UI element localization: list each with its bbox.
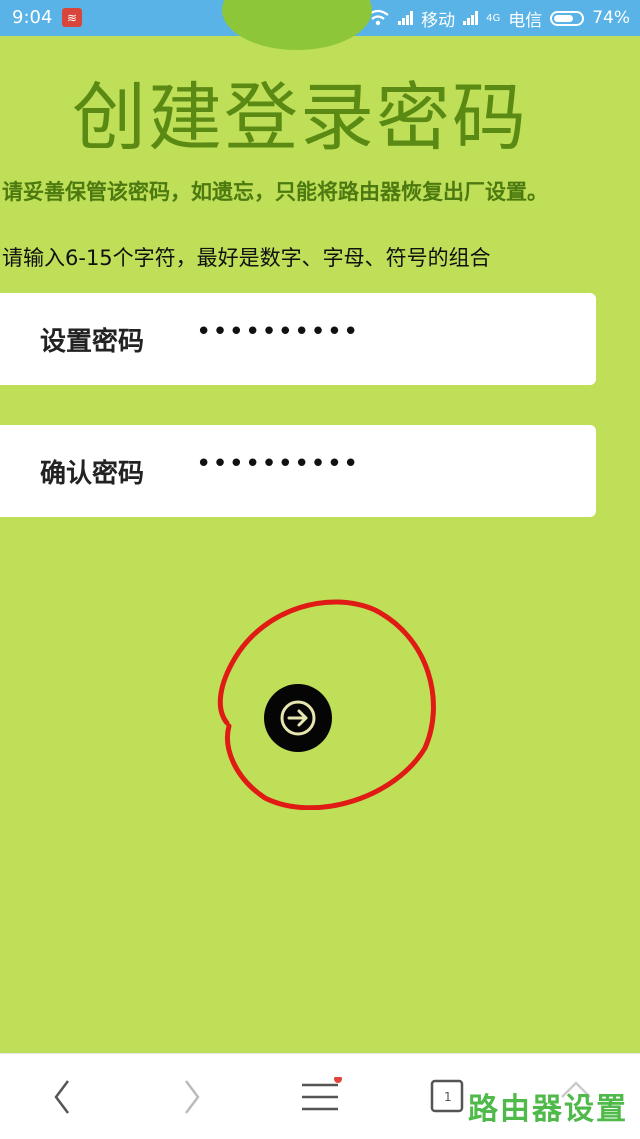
hint-text: 请输入6-15个字符，最好是数字、字母、符号的组合 [2, 246, 491, 270]
confirm-password-input[interactable]: •••••••••• [196, 449, 359, 479]
menu-button[interactable] [280, 1054, 360, 1139]
confirm-password-field[interactable]: 确认密码 •••••••••• [0, 425, 596, 517]
carrier-1: 移动 [421, 10, 456, 31]
status-right-group: 移动 4G 电信 74% [338, 0, 630, 36]
set-password-label: 设置密码 [40, 326, 145, 357]
arrow-right-icon [280, 700, 316, 736]
menu-icon [302, 1076, 342, 1110]
forward-icon [185, 1079, 200, 1114]
carrier-2: 电信 [508, 10, 543, 31]
signal-icon [398, 11, 414, 25]
signal-icon-2 [463, 11, 479, 25]
battery-icon [550, 10, 585, 26]
network-type: 4G [486, 12, 501, 24]
confirm-password-label: 确认密码 [40, 458, 145, 489]
warning-text: 请妥善保管该密码，如遗忘，只能将路由器恢复出厂设置。 [2, 180, 548, 204]
set-password-field[interactable]: 设置密码 •••••••••• [0, 293, 596, 385]
svg-text:1: 1 [444, 1090, 452, 1104]
next-button[interactable] [264, 684, 332, 752]
set-password-input[interactable]: •••••••••• [196, 317, 359, 347]
page-title: 创建登录密码 [72, 75, 528, 161]
status-time: 9:04 [12, 7, 53, 28]
tabs-icon: 1 [430, 1079, 464, 1112]
notification-app-icon: ≋ [62, 8, 82, 27]
watermark-text: 路由器设置 [468, 1092, 628, 1127]
battery-percent: 74% [592, 8, 630, 28]
back-button[interactable] [22, 1054, 102, 1139]
back-icon [54, 1079, 69, 1114]
forward-button[interactable] [152, 1054, 232, 1139]
top-decoration [222, 0, 372, 50]
